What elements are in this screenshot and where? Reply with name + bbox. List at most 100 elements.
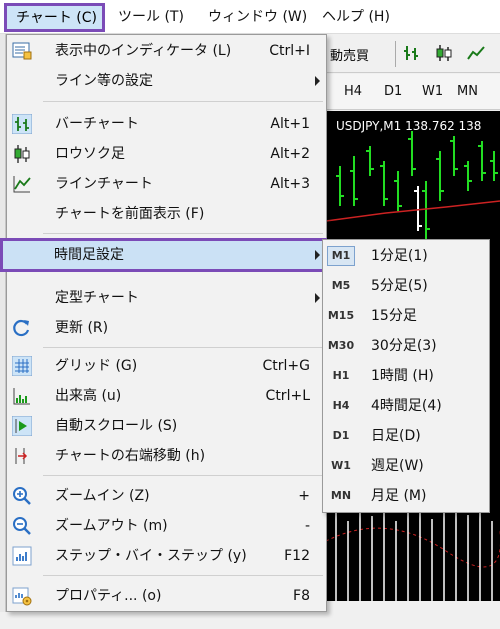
auto-trade-button[interactable]: 動売買 [330,45,369,64]
menu-separator [43,233,323,234]
submenu-item-label: 30分足(3) [371,338,437,354]
menu-item-shortcut: Ctrl+G [262,358,311,374]
timeframe-badge: M1 [327,246,355,266]
timeframe-badge: D1 [332,429,350,442]
submenu-item-w1[interactable]: W1 週足(W) [323,451,489,481]
menu-item-chart-shift[interactable]: チャートの右端移動 (h) [7,441,326,471]
chart-menu: 表示中のインディケータ (L) Ctrl+I ライン等の設定 バーチャート Al… [6,34,327,612]
menu-item-candlestick[interactable]: ロウソク足 Alt+2 [7,139,326,169]
timeframe-mn[interactable]: MN [457,84,478,99]
timeframe-badge: H1 [332,369,350,382]
submenu-item-d1[interactable]: D1 日足(D) [323,421,489,451]
timeframe-w1[interactable]: W1 [422,84,443,99]
menu-item-shortcut: Alt+2 [270,146,310,162]
submenu-item-label: 15分足 [371,308,417,324]
submenu-item-mn[interactable]: MN 月足 (M) [323,481,489,511]
menu-item-shortcut: F12 [284,548,310,564]
timeframe-badge: M30 [327,339,355,352]
menu-item-label: ズームアウト (m) [55,518,168,534]
menu-item-line-chart[interactable]: ラインチャート Alt+3 [7,169,326,199]
menu-help[interactable]: ヘルプ (H) [322,6,390,28]
line-chart-icon [13,176,31,193]
toolbar: 動売買 [326,35,500,73]
menu-separator [43,347,323,348]
timeframe-badge: M5 [331,279,351,292]
refresh-icon [13,319,30,337]
timeframe-h4[interactable]: H4 [344,84,362,99]
menu-item-label: ロウソク足 [55,146,125,162]
submenu-item-m30[interactable]: M30 30分足(3) [323,331,489,361]
menu-item-label: 更新 (R) [55,320,109,336]
submenu-arrow-icon [315,76,320,86]
submenu-item-h1[interactable]: H1 1時間 (H) [323,361,489,391]
menu-item-bar-chart[interactable]: バーチャート Alt+1 [7,109,326,139]
submenu-item-label: 1時間 (H) [371,368,434,384]
menu-window[interactable]: ウィンドウ (W) [208,6,307,28]
menu-separator [43,475,323,476]
menu-item-label: チャートを前面表示 (F) [55,206,205,222]
bar-chart-tool-icon[interactable] [402,43,422,63]
menu-item-label: グリッド (G) [55,358,138,374]
status-strip [0,612,500,629]
menu-item-grid[interactable]: グリッド (G) Ctrl+G [7,351,326,381]
properties-icon [12,587,32,606]
menu-item-line-settings[interactable]: ライン等の設定 [7,66,326,96]
submenu-item-label: 1分足(1) [371,248,428,264]
menu-item-properties[interactable]: プロパティ... (o) F8 [7,581,326,611]
menu-item-label: ズームイン (Z) [55,488,150,504]
menu-item-timeframe-inner: 時間足設定 [3,241,324,269]
menu-tools[interactable]: ツール (T) [118,6,184,28]
submenu-item-label: 4時間足(4) [371,398,442,414]
timeframe-badge: H4 [332,399,350,412]
menu-item-shortcut: Alt+1 [270,116,310,132]
menu-item-volume[interactable]: 出来高 (u) Ctrl+L [7,381,326,411]
menu-item-step-by-step[interactable]: ステップ・バイ・ステップ (y) F12 [7,541,326,571]
volume-icon [13,388,30,405]
app-window: { "menubar": { "items": ["チャート (C)", "ツー… [0,0,500,629]
menu-item-chart-foreground[interactable]: チャートを前面表示 (F) [7,199,326,229]
menu-item-label: 自動スクロール (S) [55,418,178,434]
grid-icon [12,356,32,376]
menu-item-label: チャートの右端移動 (h) [55,448,206,464]
zoom-out-icon [13,517,31,535]
menu-item-timeframe[interactable]: 時間足設定 [0,238,327,272]
auto-scroll-icon [12,416,32,436]
toolbar-separator [395,41,396,67]
step-by-step-icon [12,546,32,566]
submenu-item-m15[interactable]: M15 15分足 [323,301,489,331]
submenu-item-label: 週足(W) [371,458,424,474]
chart-title: USDJPY,M1 138.762 138 [336,119,482,133]
menu-item-label: 時間足設定 [54,247,124,263]
indicators-list-icon [12,42,32,60]
menu-item-shortcut: + [298,488,310,504]
line-chart-tool-icon[interactable] [466,43,486,63]
menu-item-label: ラインチャート [55,176,153,192]
timeframe-badge: MN [330,489,352,502]
submenu-item-m1[interactable]: M1 1分足(1) [323,241,489,271]
submenu-arrow-icon [315,293,320,303]
menu-item-shortcut: Alt+3 [270,176,310,192]
menu-item-zoom-in[interactable]: ズームイン (Z) + [7,481,326,511]
menu-item-refresh[interactable]: 更新 (R) [7,313,326,343]
menu-item-label: 定型チャート [55,290,139,306]
menu-item-zoom-out[interactable]: ズームアウト (m) - [7,511,326,541]
menu-item-shortcut: - [304,518,310,534]
submenu-item-label: 月足 (M) [371,488,427,504]
menu-bar: チャート (C) ツール (T) ウィンドウ (W) ヘルプ (H) [0,0,500,34]
timeframe-d1[interactable]: D1 [384,84,402,99]
candlestick-icon [14,145,30,163]
menu-item-label: 表示中のインディケータ (L) [55,43,232,59]
menu-item-shortcut: Ctrl+L [265,388,310,404]
bar-chart-icon [12,114,32,134]
menu-item-auto-scroll[interactable]: 自動スクロール (S) [7,411,326,441]
chart-shift-icon [15,448,28,464]
candlestick-tool-icon[interactable] [434,43,454,63]
menu-separator [43,101,323,102]
menu-item-template-chart[interactable]: 定型チャート [7,283,326,313]
submenu-item-m5[interactable]: M5 5分足(5) [323,271,489,301]
menu-chart[interactable]: チャート (C) [4,3,105,32]
submenu-item-h4[interactable]: H4 4時間足(4) [323,391,489,421]
timeframe-toolbar: H4 D1 W1 MN [326,74,500,110]
menu-item-indicators-list[interactable]: 表示中のインディケータ (L) Ctrl+I [7,36,326,66]
submenu-arrow-icon [315,250,320,260]
